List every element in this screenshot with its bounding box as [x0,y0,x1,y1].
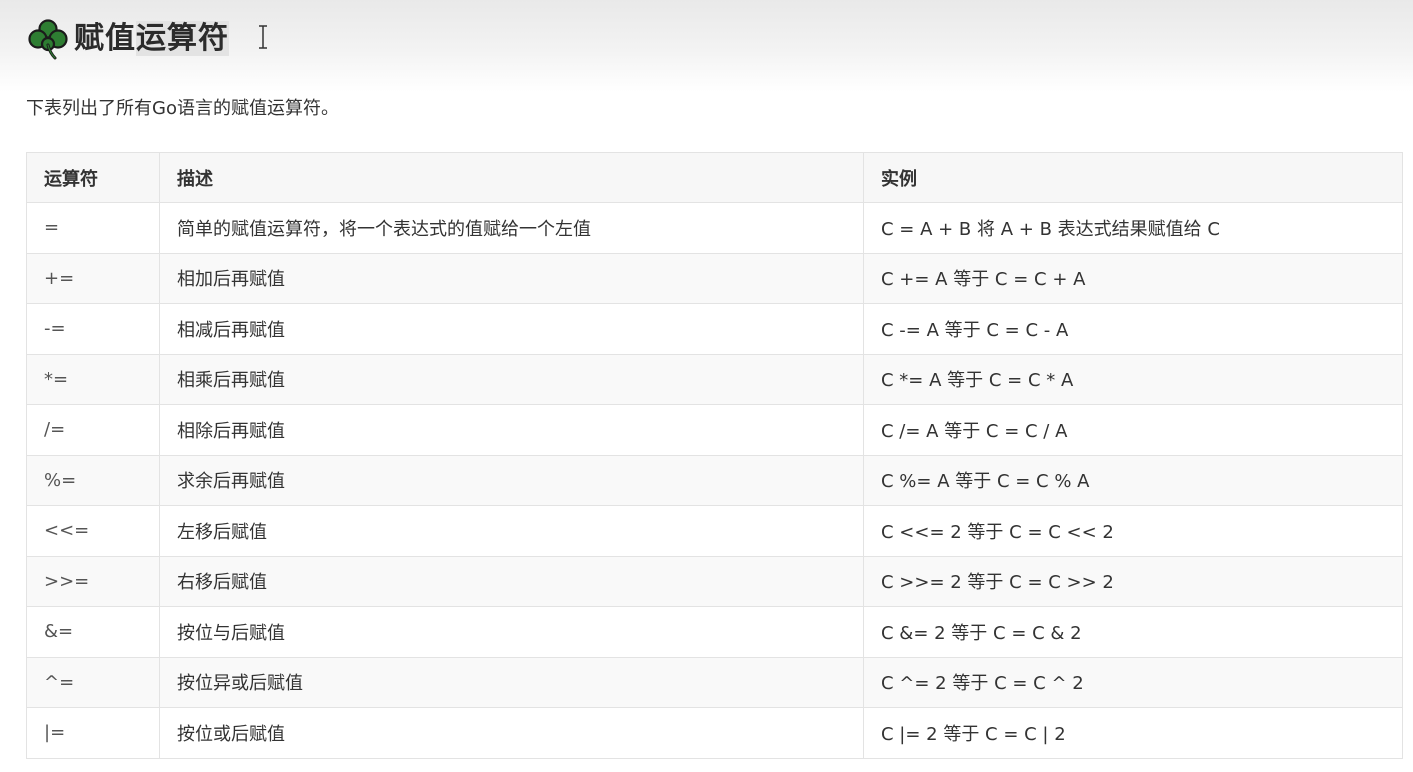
text-cursor-icon [259,25,267,49]
table-row: = 简单的赋值运算符，将一个表达式的值赋给一个左值 C = A + B 将 A … [26,202,1403,254]
operator-cell: /= [26,404,160,456]
operator-cell: ^= [26,656,160,708]
table-header-row: 运算符 描述 实例 [26,152,1403,203]
assignment-operators-table: 运算符 描述 实例 = 简单的赋值运算符，将一个表达式的值赋给一个左值 C = … [26,152,1403,759]
table-row: ^= 按位异或后赋值 C ^= 2 等于 C = C ^ 2 [26,656,1403,708]
description-cell: 相减后再赋值 [159,303,864,355]
page-title-main: 赋值 [74,21,136,56]
operator-cell: |= [26,707,160,759]
page-title: 赋值运算符 [74,14,229,64]
table-row: |= 按位或后赋值 C |= 2 等于 C = C | 2 [26,707,1403,759]
table-row: &= 按位与后赋值 C &= 2 等于 C = C & 2 [26,606,1403,658]
operator-cell: <<= [26,505,160,557]
example-cell: C &= 2 等于 C = C & 2 [863,606,1403,658]
operator-cell: -= [26,303,160,355]
table-row: *= 相乘后再赋值 C *= A 等于 C = C * A [26,353,1403,405]
description-cell: 相加后再赋值 [159,252,864,304]
column-header-description: 描述 [159,152,864,203]
example-cell: C *= A 等于 C = C * A [863,353,1403,405]
example-cell: C >>= 2 等于 C = C >> 2 [863,555,1403,607]
description-cell: 相乘后再赋值 [159,353,864,405]
operator-cell: += [26,252,160,304]
column-header-operator: 运算符 [26,152,160,203]
intro-text: 下表列出了所有Go语言的赋值运算符。 [26,98,339,119]
description-cell: 相除后再赋值 [159,404,864,456]
description-cell: 左移后赋值 [159,505,864,557]
example-cell: C /= A 等于 C = C / A [863,404,1403,456]
table-row: += 相加后再赋值 C += A 等于 C = C + A [26,252,1403,304]
clover-icon [28,19,68,60]
operator-cell: %= [26,454,160,506]
example-cell: C %= A 等于 C = C % A [863,454,1403,506]
example-cell: C = A + B 将 A + B 表达式结果赋值给 C [863,202,1403,254]
table-row: %= 求余后再赋值 C %= A 等于 C = C % A [26,454,1403,506]
operator-cell: = [26,202,160,254]
description-cell: 简单的赋值运算符，将一个表达式的值赋给一个左值 [159,202,864,254]
description-cell: 按位或后赋值 [159,707,864,759]
description-cell: 求余后再赋值 [159,454,864,506]
description-cell: 按位与后赋值 [159,606,864,658]
page-title-highlighted: 运算符 [136,21,229,56]
operator-cell: >>= [26,555,160,607]
example-cell: C |= 2 等于 C = C | 2 [863,707,1403,759]
example-cell: C <<= 2 等于 C = C << 2 [863,505,1403,557]
table-row: /= 相除后再赋值 C /= A 等于 C = C / A [26,404,1403,456]
example-cell: C -= A 等于 C = C - A [863,303,1403,355]
table-row: >>= 右移后赋值 C >>= 2 等于 C = C >> 2 [26,555,1403,607]
section-heading: 赋值运算符 [26,14,229,64]
operator-cell: *= [26,353,160,405]
table-row: -= 相减后再赋值 C -= A 等于 C = C - A [26,303,1403,355]
column-header-example: 实例 [863,152,1403,203]
description-cell: 右移后赋值 [159,555,864,607]
example-cell: C += A 等于 C = C + A [863,252,1403,304]
operator-cell: &= [26,606,160,658]
table-row: <<= 左移后赋值 C <<= 2 等于 C = C << 2 [26,505,1403,557]
example-cell: C ^= 2 等于 C = C ^ 2 [863,656,1403,708]
description-cell: 按位异或后赋值 [159,656,864,708]
